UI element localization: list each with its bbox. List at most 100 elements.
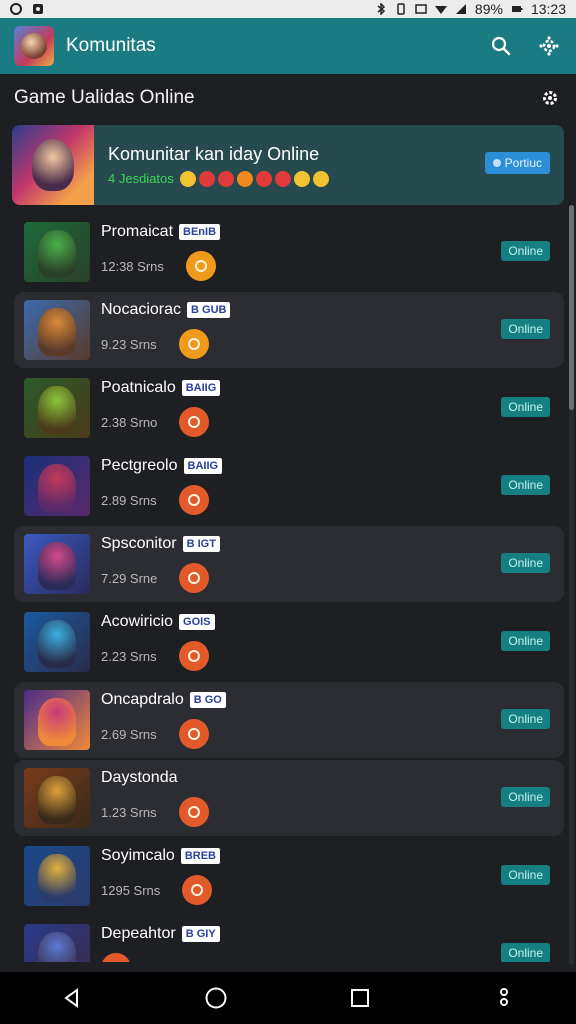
online-status-badge[interactable]: Online <box>501 475 550 495</box>
item-meta-row: 7.29 Srne <box>101 563 220 593</box>
game-thumbnail <box>24 846 90 906</box>
bluetooth-icon <box>377 3 386 15</box>
app-actions <box>488 33 562 59</box>
screen: 89% 13:23 Komunitas Game Ualidas Online … <box>0 0 576 1024</box>
item-title-row: Pectgreolo BAIIG <box>101 457 223 475</box>
item-title-row: Oncapdralo B GO <box>101 691 226 709</box>
online-status-badge[interactable]: Online <box>501 241 550 261</box>
status-right: 89% 13:23 <box>375 1 566 17</box>
item-name: Promaicat <box>101 223 174 240</box>
emoji-icon <box>236 170 253 187</box>
action-circle-icon[interactable] <box>178 797 209 827</box>
status-bar: 89% 13:23 <box>0 0 576 18</box>
banner-meta: 4 Jesdiatos <box>108 170 329 187</box>
item-name: Acowiricio <box>101 613 174 630</box>
online-status-badge[interactable]: Online <box>501 397 550 417</box>
action-circle-icon[interactable] <box>178 641 209 671</box>
item-name: Soyimcalo <box>101 847 175 864</box>
item-name: Spsconitor <box>101 535 177 552</box>
online-status-badge[interactable]: Online <box>501 709 550 729</box>
item-body: Acowiricio GOIS 2.23 Srns <box>101 613 215 671</box>
search-button[interactable] <box>488 33 514 59</box>
list-item[interactable]: Pectgreolo BAIIG 2.89 Srns Online <box>14 448 564 524</box>
item-body: Depeahtor B GIY <box>101 925 220 962</box>
back-button[interactable] <box>52 978 92 1018</box>
emoji-icon <box>179 170 196 187</box>
gear-icon <box>539 36 559 56</box>
action-circle-icon[interactable] <box>182 875 213 905</box>
item-subtitle: 9.23 Srns <box>101 336 157 352</box>
item-subtitle: 1295 Srns <box>101 882 161 898</box>
item-meta-row: 2.69 Srns <box>101 719 226 749</box>
featured-community-banner[interactable]: Komunitar kan iday Online 4 Jesdiatos Po… <box>12 125 564 205</box>
list-item[interactable]: Soyimcalo BREB 1295 Srns Online <box>14 838 564 914</box>
item-subtitle: 2.69 Srns <box>101 726 157 742</box>
item-tag: BREB <box>180 848 220 864</box>
list-item[interactable]: Promaicat BEnIB 12:38 Srns Online <box>14 214 564 290</box>
list-item[interactable]: Poatnicalo BAIIG 2.38 Srno Online <box>14 370 564 446</box>
emoji-icon <box>255 170 272 187</box>
signal-icon <box>455 4 466 14</box>
emoji-icon <box>217 170 234 187</box>
emoji-icon <box>274 170 291 187</box>
banner-badge[interactable]: Portiuc <box>484 152 550 174</box>
app-bar: Komunitas <box>0 18 576 74</box>
action-circle-icon[interactable] <box>101 953 131 962</box>
emoji-icon <box>293 170 310 187</box>
settings-button[interactable] <box>536 33 562 59</box>
action-circle-icon[interactable] <box>179 407 210 437</box>
back-icon <box>64 988 78 1008</box>
action-circle-icon[interactable] <box>178 719 209 749</box>
item-tag: BAIIG <box>181 380 221 396</box>
item-tag: GOIS <box>179 614 215 630</box>
list-item[interactable]: Daystonda 1.23 Srns Online <box>14 760 564 836</box>
action-circle-icon[interactable] <box>185 251 216 281</box>
accessibility-icon <box>500 988 508 1006</box>
item-body: Pectgreolo BAIIG 2.89 Srns <box>101 457 223 515</box>
list-item[interactable]: Nocaciorac B GUB 9.23 Srns Online <box>14 292 564 368</box>
online-status-badge[interactable]: Online <box>501 319 550 339</box>
online-status-badge[interactable]: Online <box>501 553 550 573</box>
item-title-row: Poatnicalo BAIIG <box>101 379 221 397</box>
online-status-badge[interactable]: Online <box>501 865 550 885</box>
item-tag: B GIY <box>181 926 220 942</box>
list-item[interactable]: Acowiricio GOIS 2.23 Srns Online <box>14 604 564 680</box>
action-circle-icon[interactable] <box>178 485 209 515</box>
list-item[interactable]: Oncapdralo B GO 2.69 Srns Online <box>14 682 564 758</box>
app-logo <box>14 26 54 66</box>
scroll-thumb[interactable] <box>569 205 574 410</box>
list-item[interactable]: Depeahtor B GIY Online <box>14 916 564 962</box>
online-status-badge[interactable]: Online <box>501 631 550 651</box>
scrollbar[interactable] <box>569 205 574 965</box>
item-subtitle: 2.23 Srns <box>101 648 157 664</box>
item-body: Nocaciorac B GUB 9.23 Srns <box>101 301 231 359</box>
section-settings-button[interactable] <box>538 86 562 110</box>
item-tag: BEnIB <box>179 224 221 240</box>
accessibility-button[interactable] <box>484 978 524 1018</box>
list-item[interactable]: Spsconitor B IGT 7.29 Srne Online <box>14 526 564 602</box>
item-meta-row: 2.23 Srns <box>101 641 215 671</box>
item-body: Daystonda 1.23 Srns <box>101 769 209 827</box>
action-circle-icon[interactable] <box>179 563 210 593</box>
banner-info: Komunitar kan iday Online 4 Jesdiatos <box>108 144 329 187</box>
online-status-badge[interactable]: Online <box>501 943 550 962</box>
item-name: Oncapdralo <box>101 691 184 708</box>
section-title: Game Ualidas Online <box>14 87 195 108</box>
emoji-icon <box>198 170 215 187</box>
home-button[interactable] <box>196 978 236 1018</box>
banner-badge-label: Portiuc <box>504 156 542 170</box>
search-icon <box>491 36 511 56</box>
game-thumbnail <box>24 378 90 438</box>
item-title-row: Promaicat BEnIB <box>101 223 221 241</box>
action-circle-icon[interactable] <box>178 329 209 359</box>
game-thumbnail <box>24 456 90 516</box>
game-thumbnail <box>24 300 90 360</box>
banner-image <box>12 125 94 205</box>
image-icon <box>33 4 43 14</box>
item-body: Soyimcalo BREB 1295 Srns <box>101 847 220 905</box>
online-status-badge[interactable]: Online <box>501 787 550 807</box>
item-tag: B GO <box>189 692 226 708</box>
clock: 13:23 <box>530 1 566 17</box>
recents-button[interactable] <box>340 978 380 1018</box>
item-tag: B IGT <box>182 536 220 552</box>
